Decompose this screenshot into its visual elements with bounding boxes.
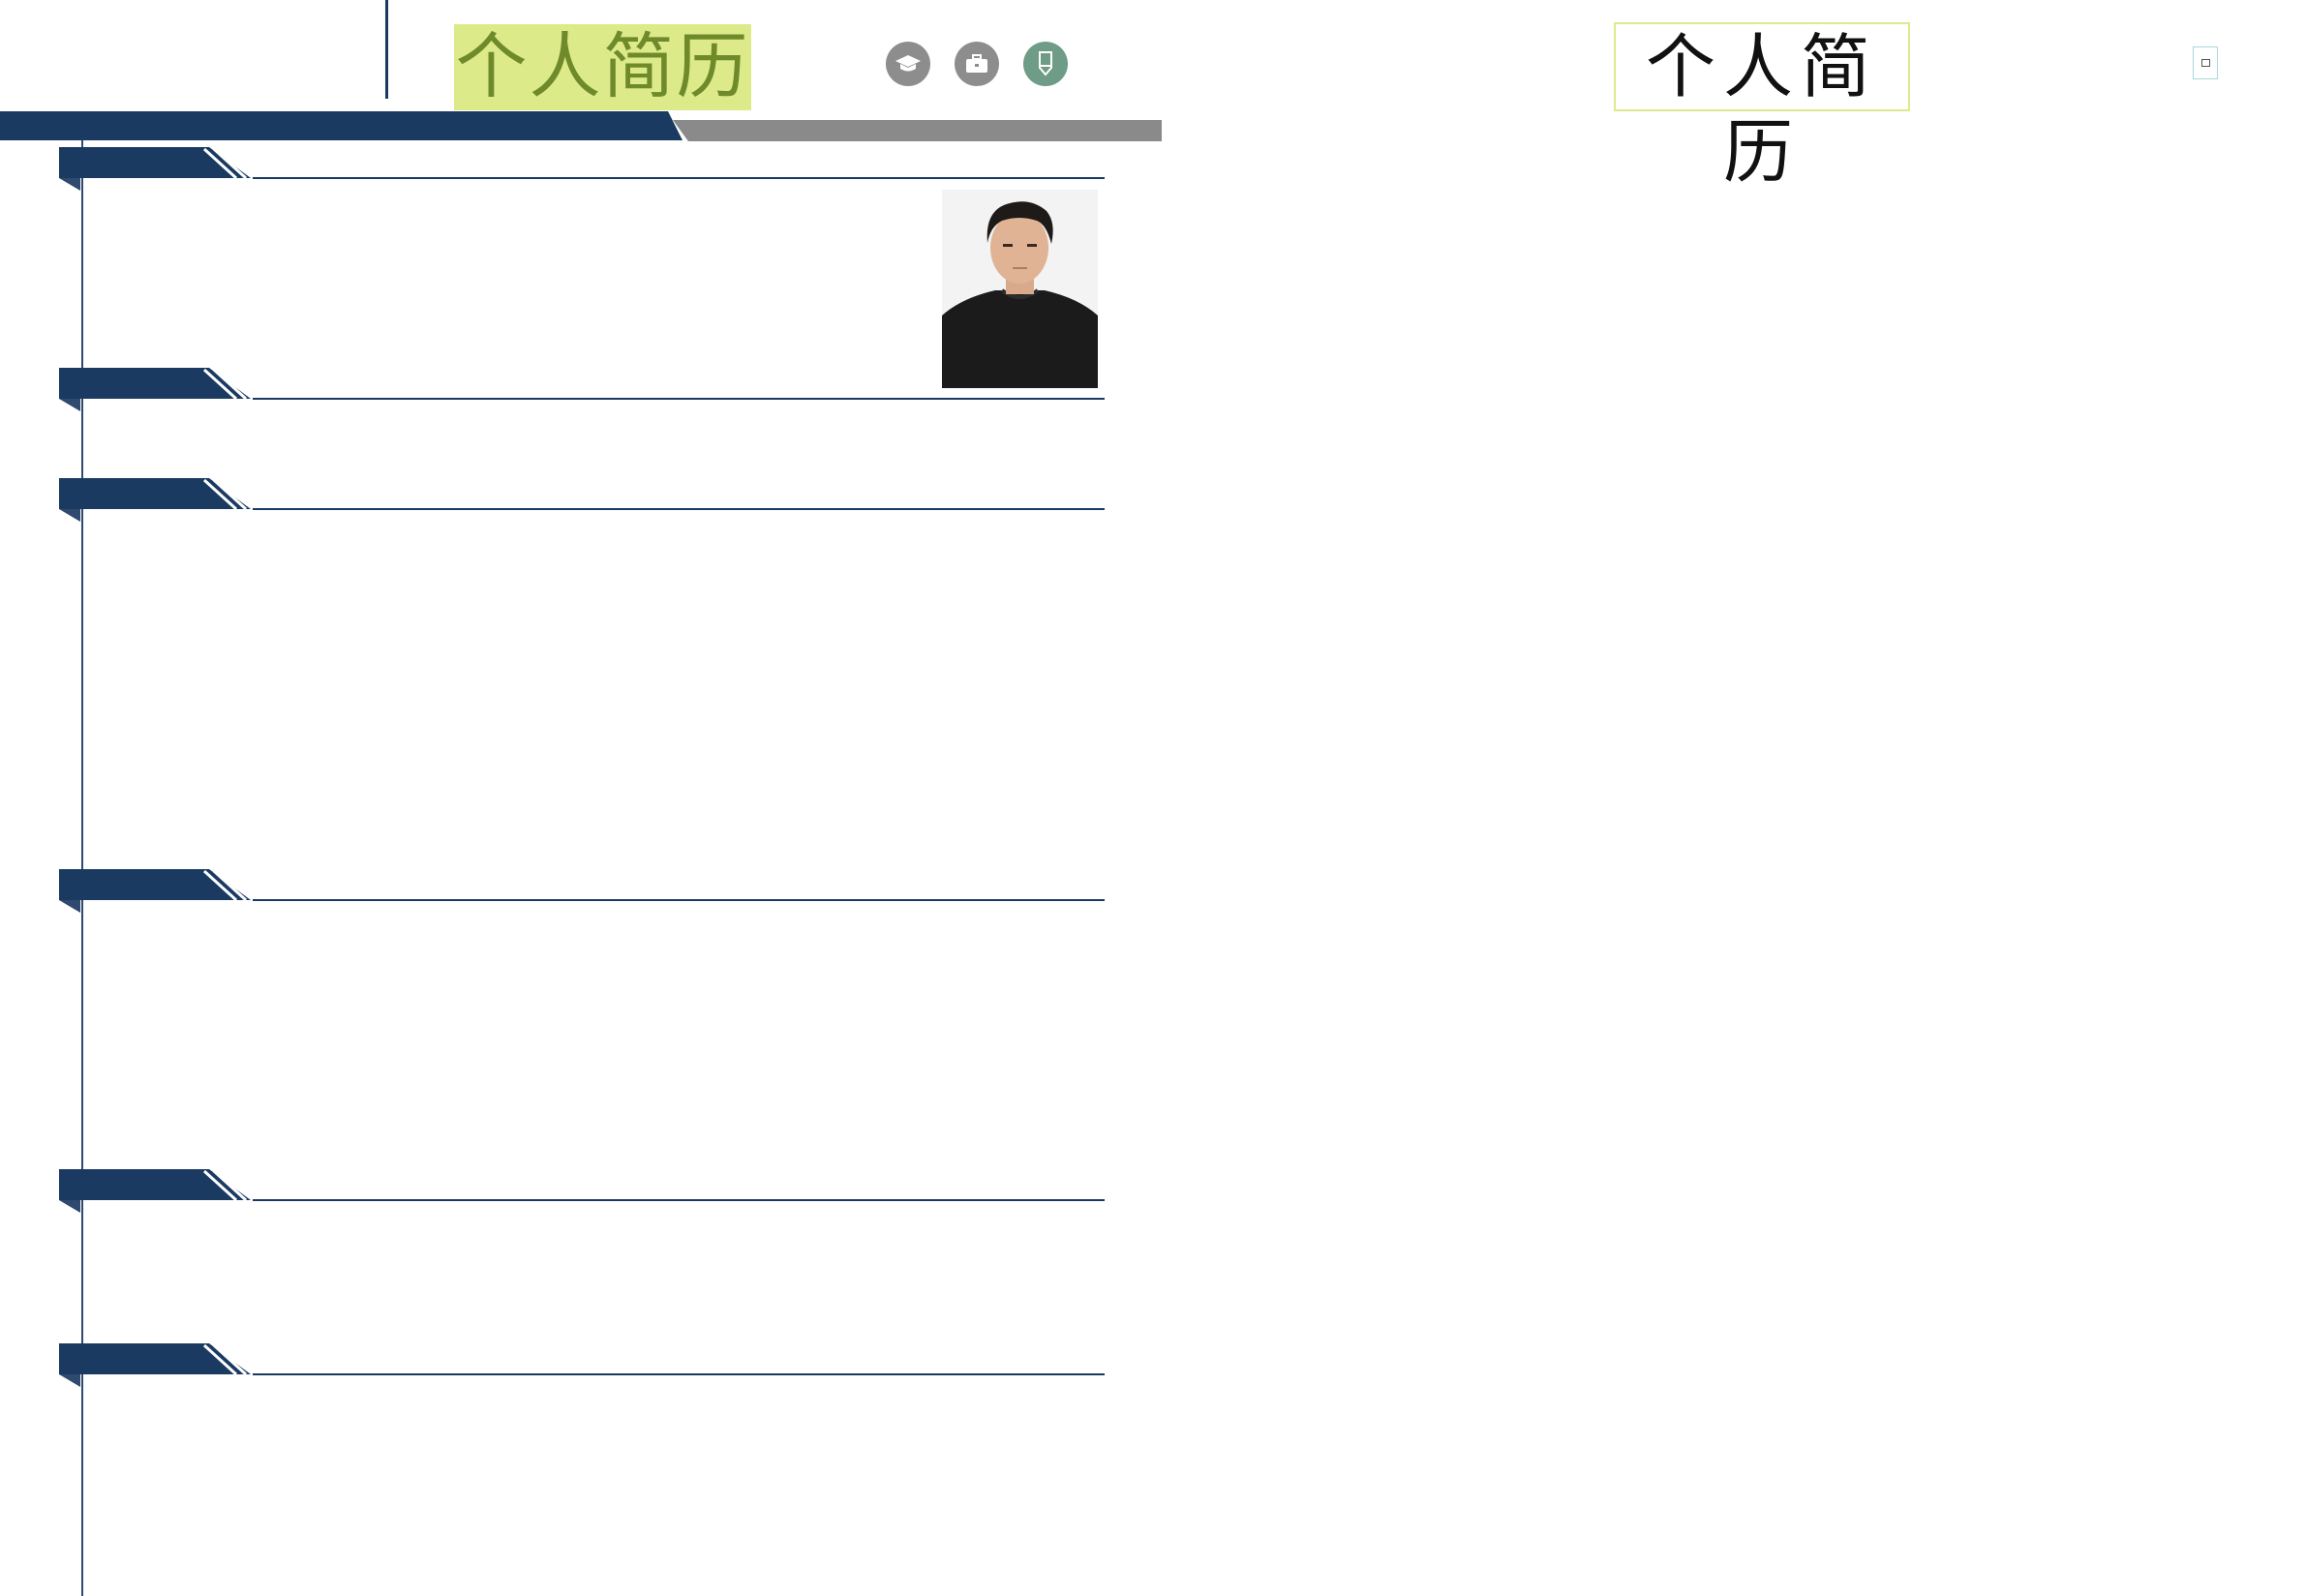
profile-photo: [942, 190, 1098, 388]
briefcase-icon: [955, 42, 999, 86]
section-header-5: [59, 1169, 1105, 1213]
graduation-cap-icon: [886, 42, 930, 86]
pencil-icon: [1023, 42, 1068, 86]
section-header-3: [59, 478, 1105, 522]
resume-title-secondary: 个人简历: [1614, 22, 1910, 193]
section-header-1: [59, 147, 1105, 191]
header-band-navy: [0, 111, 683, 140]
placeholder-box-icon: [2193, 46, 2218, 79]
header-band-gray: [673, 120, 1162, 141]
section-header-4: [59, 869, 1105, 913]
header-divider: [385, 0, 388, 99]
section-header-6: [59, 1343, 1105, 1387]
resume-title: 个人简历: [454, 24, 751, 110]
